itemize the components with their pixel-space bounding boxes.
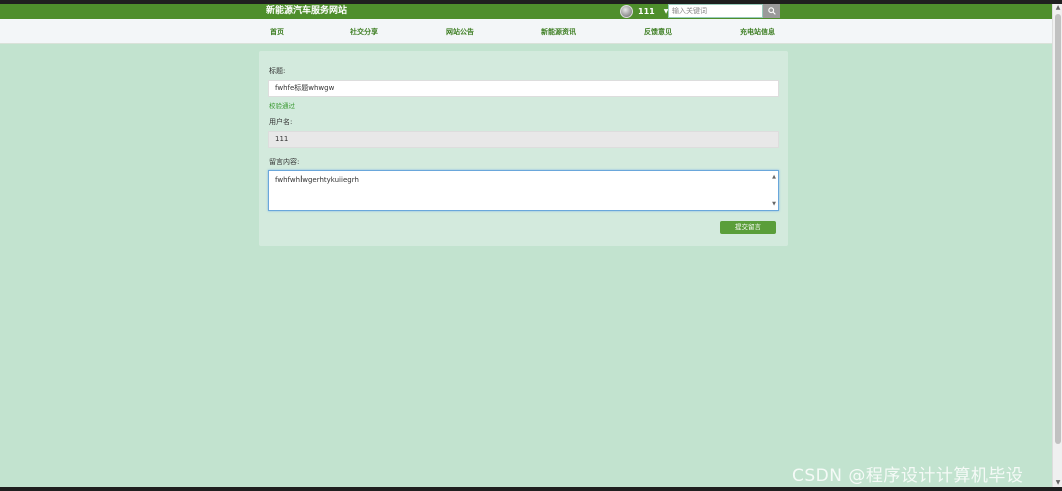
submit-message-button[interactable]: 提交留言 xyxy=(720,221,776,234)
nav-announcements[interactable]: 网站公告 xyxy=(446,19,474,46)
avatar[interactable] xyxy=(620,5,633,18)
title-validation-message: 校验通过 xyxy=(269,102,295,110)
scroll-up-arrow-icon[interactable]: ▲ xyxy=(772,174,776,180)
message-content-textarea[interactable]: fwhfwh wgerhtykuiiegrh ▲ ▼ xyxy=(268,170,779,211)
page-scroll-thumb[interactable] xyxy=(1055,14,1061,444)
user-menu[interactable]: 111 ▼ xyxy=(620,4,668,19)
page-scrollbar[interactable]: ▲ ▼ xyxy=(1052,4,1062,487)
main-nav: 首页 社交分享 网站公告 新能源资讯 反馈意见 充电站信息 xyxy=(0,19,1052,44)
title-input[interactable]: fwhfe标题whwgw xyxy=(268,80,779,97)
page-scroll-down-icon[interactable]: ▼ xyxy=(1054,479,1062,487)
text-cursor-icon: I xyxy=(300,175,303,185)
content-label: 留言内容: xyxy=(269,158,300,166)
page-scroll-up-icon[interactable]: ▲ xyxy=(1054,4,1062,12)
site-title[interactable]: 新能源汽车服务网站 xyxy=(266,5,347,18)
search-input[interactable] xyxy=(668,4,763,18)
nav-feedback[interactable]: 反馈意见 xyxy=(644,19,672,46)
username-label: 用户名: xyxy=(269,118,293,126)
username[interactable]: 111 xyxy=(638,7,655,16)
message-content-text: fwhfwh wgerhtykuiiegrh xyxy=(275,176,359,184)
search-button[interactable] xyxy=(763,4,780,18)
username-field[interactable]: 111 xyxy=(268,131,779,148)
scroll-down-arrow-icon[interactable]: ▼ xyxy=(772,201,776,207)
top-bar: 新能源汽车服务网站 111 ▼ xyxy=(0,4,1052,19)
nav-home[interactable]: 首页 xyxy=(270,19,284,46)
nav-news[interactable]: 新能源资讯 xyxy=(541,19,576,46)
textarea-scrollbar[interactable]: ▲ ▼ xyxy=(768,171,778,210)
nav-charging-stations[interactable]: 充电站信息 xyxy=(740,19,775,46)
watermark: CSDN @程序设计计算机毕设 xyxy=(792,466,1024,486)
search-icon xyxy=(767,7,776,15)
window-frame-bottom xyxy=(0,487,1062,491)
title-label: 标题: xyxy=(269,67,286,75)
nav-social-share[interactable]: 社交分享 xyxy=(350,19,378,46)
